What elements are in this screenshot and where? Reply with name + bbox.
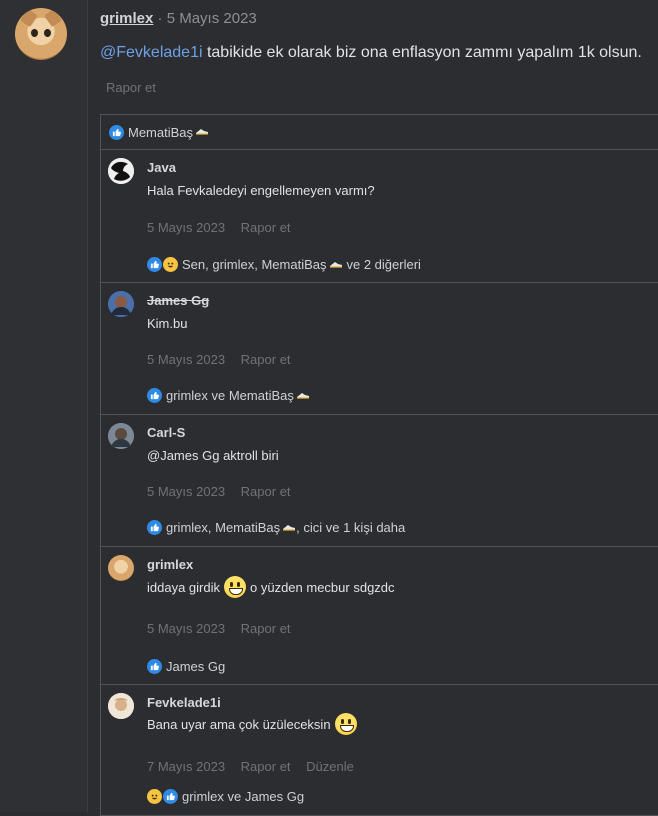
like-icon [147,388,162,403]
comment-author-link[interactable]: Carl-S [147,425,185,440]
reaction-suffix: ve 2 diğerleri [346,257,421,272]
reaction-names: James Gg [166,659,226,674]
comment-report-link[interactable]: Rapor et [241,484,291,499]
shoe-icon [195,127,209,135]
comment-report-link[interactable]: Rapor et [241,759,291,774]
avatar-eye [44,29,51,37]
post-author-avatar[interactable] [15,8,67,60]
comment-meta: 5 Mayıs 2023 Rapor et [147,484,303,499]
comment-item: Carl-S @James Gg aktroll biri 5 Mayıs 20… [101,415,658,547]
post-date[interactable]: 5 Mayıs 2023 [167,10,257,27]
reaction-names: Sen, grimlex, MematiBaş [182,257,327,272]
comment-text-after: o yüzden mecbur sdgzdc [250,579,395,595]
post-text: tabikide ek olarak biz ona enflasyon zam… [202,44,642,61]
like-icon [147,520,162,535]
comment-author-link[interactable]: James Gg [147,293,209,308]
reaction-suffix: , cici ve 1 kişi daha [296,520,406,535]
comment-date-link[interactable]: 7 Mayıs 2023 [147,759,225,774]
comment-text-before: Bana uyar ama çok üzüleceksin [147,716,331,732]
comment-text: iddaya girdik o yüzden mecbur sdgzdc [147,576,395,598]
shoe-icon [329,260,343,268]
comment-date-link[interactable]: 5 Mayıs 2023 [147,352,225,367]
post-author-link[interactable]: grimlex [100,10,153,27]
comment-mention-link[interactable]: @James Gg [147,448,219,463]
comment-meta: 5 Mayıs 2023 Rapor et [147,621,303,636]
comment-report-link[interactable]: Rapor et [241,352,291,367]
like-icon [147,257,162,272]
like-icon [163,789,178,804]
comment-text: @James Gg aktroll biri [147,448,279,463]
commenter-avatar[interactable] [108,555,134,581]
reaction-names: grimlex, MematiBaş [166,520,281,535]
comment-date-link[interactable]: 5 Mayıs 2023 [147,220,225,235]
post-report-link[interactable]: Rapor et [106,80,156,95]
comment-reactions[interactable]: Sen, grimlex, MematiBaş ve 2 diğerleri [147,257,421,272]
comment-meta: 5 Mayıs 2023 Rapor et [147,352,303,367]
comment-meta: 7 Mayıs 2023 Rapor et Düzenle [147,759,366,774]
commenter-avatar[interactable] [108,423,134,449]
post-header: grimlex · 5 Mayıs 2023 [100,10,257,27]
comment-author-link[interactable]: Java [147,160,176,175]
like-icon [147,659,162,674]
left-rail [0,0,88,812]
comment-report-link[interactable]: Rapor et [241,220,291,235]
commenter-avatar[interactable] [108,291,134,317]
comment-date-link[interactable]: 5 Mayıs 2023 [147,484,225,499]
comment-item: James Gg Kim.bu 5 Mayıs 2023 Rapor et gr… [101,283,658,415]
grinning-emoji-icon [224,576,246,598]
commenter-avatar[interactable] [108,158,134,184]
post-separator: · [157,10,163,27]
comment-text-before: iddaya girdik [147,579,220,595]
comment-reactions[interactable]: grimlex ve MematiBaş [147,388,310,403]
post-reaction-bar[interactable]: MematiBaş [101,115,658,150]
reaction-names[interactable]: MematiBaş [128,125,193,140]
comment-author-link[interactable]: grimlex [147,557,193,572]
comment-meta: 5 Mayıs 2023 Rapor et [147,220,303,235]
comment-thread: MematiBaş Java Hala Fevkaledeyi engellem… [100,114,658,816]
comment-item: grimlex iddaya girdik o yüzden mecbur sd… [101,547,658,685]
laugh-icon [163,257,178,272]
commenter-avatar[interactable] [108,693,134,719]
comment-text-rest: aktroll biri [219,448,279,463]
comment-text: Bana uyar ama çok üzüleceksin [147,713,361,735]
post-mention-link[interactable]: @Fevkelade1i [100,44,203,61]
reaction-names: grimlex ve MematiBaş [166,388,294,403]
comment-reactions[interactable]: grimlex ve James Gg [147,789,304,804]
laugh-icon [147,789,162,804]
comment-text: Hala Fevkaledeyi engellemeyen varmı? [147,183,375,198]
comment-edit-link[interactable]: Düzenle [306,759,354,774]
shoe-icon [296,391,310,399]
comment-date-link[interactable]: 5 Mayıs 2023 [147,621,225,636]
like-icon [109,124,124,140]
avatar-eye [31,29,38,37]
comment-author-link[interactable]: Fevkelade1i [147,695,221,710]
post-body: @Fevkelade1i tabikide ek olarak biz ona … [100,44,642,62]
reaction-names: grimlex ve James Gg [182,789,305,804]
comment-report-link[interactable]: Rapor et [241,621,291,636]
shoe-icon [282,523,296,531]
comment-text: Kim.bu [147,316,188,331]
comment-item: Java Hala Fevkaledeyi engellemeyen varmı… [101,150,658,283]
grinning-emoji-icon [334,713,357,735]
comment-reactions[interactable]: grimlex, MematiBaş , cici ve 1 kişi daha [147,520,405,535]
comment-item: Fevkelade1i Bana uyar ama çok üzüleceksi… [101,685,658,813]
comment-reactions[interactable]: James Gg [147,659,225,674]
